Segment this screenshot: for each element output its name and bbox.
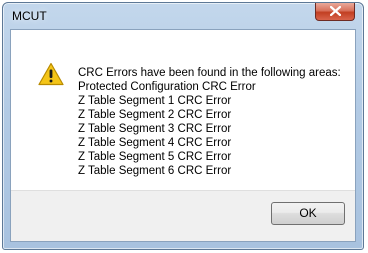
dialog-content: CRC Errors have been found in the follow… bbox=[10, 29, 356, 242]
window-title: MCUT bbox=[12, 9, 47, 23]
close-button[interactable] bbox=[315, 3, 355, 21]
title-bar[interactable]: MCUT bbox=[3, 3, 363, 29]
dialog-window: MCUT CRC Errors have been found in the f… bbox=[2, 2, 364, 250]
close-icon bbox=[330, 6, 341, 16]
ok-button[interactable]: OK bbox=[271, 202, 345, 225]
message-line: Z Table Segment 3 CRC Error bbox=[78, 123, 232, 135]
message-line: Z Table Segment 4 CRC Error bbox=[78, 137, 232, 149]
button-bar: OK bbox=[11, 190, 355, 241]
error-message: CRC Errors have been found in the follow… bbox=[78, 66, 341, 178]
message-line: Protected Configuration CRC Error bbox=[78, 81, 256, 93]
message-line: Z Table Segment 6 CRC Error bbox=[78, 165, 232, 177]
message-header: CRC Errors have been found in the follow… bbox=[78, 67, 341, 79]
message-line: Z Table Segment 5 CRC Error bbox=[78, 151, 232, 163]
warning-icon bbox=[38, 62, 64, 86]
message-line: Z Table Segment 2 CRC Error bbox=[78, 109, 232, 121]
message-line: Z Table Segment 1 CRC Error bbox=[78, 95, 232, 107]
